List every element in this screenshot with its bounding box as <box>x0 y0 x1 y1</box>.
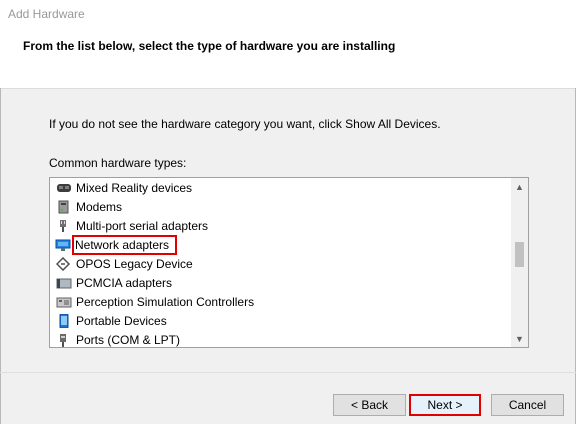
list-scrollbar[interactable]: ▲ ▼ <box>511 178 528 347</box>
list-item-label: Multi-port serial adapters <box>76 218 209 233</box>
mixed-reality-icon <box>56 181 72 195</box>
list-item-label: OPOS Legacy Device <box>76 256 193 271</box>
list-item-label: Portable Devices <box>76 313 167 328</box>
chevron-down-icon: ▼ <box>515 333 524 344</box>
hardware-type-list[interactable]: Mixed Reality devices Modems Multi-port … <box>49 177 529 348</box>
list-item-network-adapters[interactable]: Network adapters <box>50 234 510 255</box>
list-item-pcmcia[interactable]: PCMCIA adapters <box>50 273 510 292</box>
list-item-ports[interactable]: Ports (COM & LPT) <box>50 330 510 347</box>
list-item-label: Mixed Reality devices <box>76 180 193 195</box>
list-item-label: Network adapters <box>71 234 178 255</box>
list-item-mixed-reality[interactable]: Mixed Reality devices <box>50 178 510 197</box>
list-item-portable-devices[interactable]: Portable Devices <box>50 311 510 330</box>
list-item-opos-legacy[interactable]: OPOS Legacy Device <box>50 254 510 273</box>
serial-adapter-icon <box>56 219 72 233</box>
scroll-up-button[interactable]: ▲ <box>511 178 528 195</box>
list-items: Mixed Reality devices Modems Multi-port … <box>50 178 510 347</box>
next-button[interactable]: Next > <box>409 394 481 416</box>
scroll-down-button[interactable]: ▼ <box>511 330 528 347</box>
modem-icon <box>56 200 72 214</box>
list-label: Common hardware types: <box>49 156 187 170</box>
scroll-thumb[interactable] <box>515 242 524 267</box>
back-button[interactable]: < Back <box>333 394 406 416</box>
wizard-header: From the list below, select the type of … <box>0 28 576 89</box>
list-item-perception-simulation[interactable]: Perception Simulation Controllers <box>50 292 510 311</box>
opos-device-icon <box>55 256 72 271</box>
list-item-multiport-serial[interactable]: Multi-port serial adapters <box>50 216 510 235</box>
pcmcia-icon <box>56 276 72 290</box>
cancel-button[interactable]: Cancel <box>491 394 564 416</box>
window-title: Add Hardware <box>8 7 85 21</box>
network-adapter-icon <box>55 238 71 252</box>
chevron-up-icon: ▲ <box>515 181 524 192</box>
list-item-modems[interactable]: Modems <box>50 197 510 216</box>
list-item-label: PCMCIA adapters <box>76 275 173 290</box>
instruction-text: If you do not see the hardware category … <box>49 117 441 131</box>
list-item-label: Ports (COM & LPT) <box>76 332 181 347</box>
wizard-footer: < Back Next > Cancel <box>0 372 576 424</box>
title-bar: Add Hardware <box>0 0 576 28</box>
header-text: From the list below, select the type of … <box>23 39 396 53</box>
perception-controller-icon <box>56 295 72 309</box>
list-item-label: Modems <box>76 199 123 214</box>
portable-device-icon <box>56 313 72 328</box>
ports-icon <box>56 333 72 347</box>
footer-divider <box>0 372 576 373</box>
list-item-label: Perception Simulation Controllers <box>76 294 255 309</box>
